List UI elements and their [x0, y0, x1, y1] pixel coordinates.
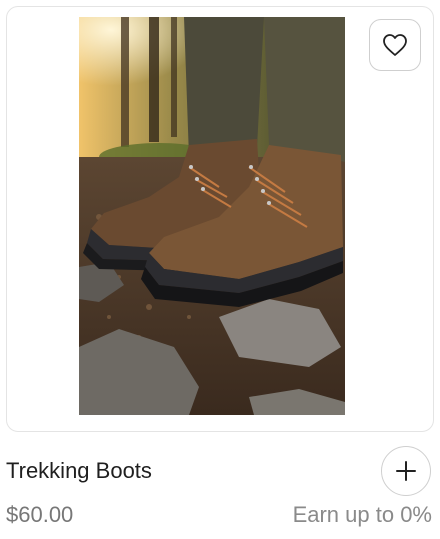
product-image[interactable]	[79, 17, 345, 415]
plus-icon	[396, 461, 416, 481]
heart-icon	[383, 34, 407, 56]
product-title[interactable]: Trekking Boots	[6, 458, 152, 484]
product-price: $60.00	[6, 502, 74, 527]
add-to-cart-button[interactable]	[381, 446, 431, 496]
product-card[interactable]	[6, 6, 434, 432]
earn-rewards-text: Earn up to 0%	[292, 502, 432, 527]
boots-photo	[79, 17, 345, 415]
favorite-button[interactable]	[369, 19, 421, 71]
